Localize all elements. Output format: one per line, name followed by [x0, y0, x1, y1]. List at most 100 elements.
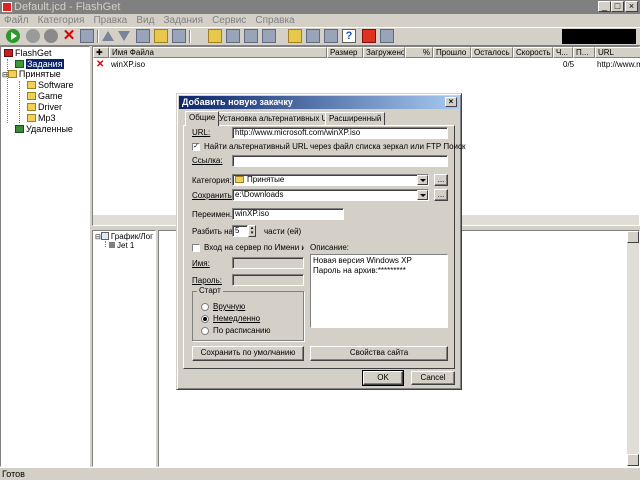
stop-icon[interactable] [44, 29, 58, 43]
login-checkbox[interactable] [192, 244, 200, 252]
start-manual-radio[interactable] [201, 303, 209, 311]
column-header-parts[interactable]: Ч... [553, 47, 573, 58]
tab-general[interactable]: Общие [185, 111, 220, 126]
pause-icon[interactable] [26, 29, 40, 43]
column-header-status[interactable]: ✚ [93, 47, 109, 58]
category-browse-button[interactable]: ... [434, 174, 448, 186]
site-manager-icon[interactable] [324, 29, 338, 43]
password-input[interactable] [232, 274, 304, 286]
column-header-elapsed[interactable]: Прошло [433, 47, 471, 58]
flashget-icon [4, 49, 13, 57]
tab-advanced[interactable]: Расширенный [325, 112, 386, 125]
menu-view[interactable]: Вид [133, 14, 157, 28]
column-header-name[interactable]: Имя Файла [109, 47, 327, 58]
tree-item-label: Задания [26, 59, 64, 69]
start-group: Старт Вручную Немедленно По расписанию [192, 286, 304, 341]
tree-item-mp3[interactable]: Mp3 [27, 113, 56, 124]
log-item-jet[interactable]: Jet 1 [109, 241, 134, 251]
login-label: Вход на сервер по Имени и Пар [204, 243, 304, 252]
column-header-progress[interactable]: П... [573, 47, 595, 58]
delete-icon[interactable]: ✕ [62, 28, 76, 43]
tree-item-downloaded[interactable]: ⊟ Принятые [2, 69, 61, 80]
window-title-bar: Default.jcd - FlashGet _ □ × [0, 0, 640, 14]
options-icon[interactable] [306, 29, 320, 43]
rename-input[interactable]: winXP.iso [232, 208, 344, 220]
site-properties-button[interactable]: Свойства сайта [310, 346, 448, 361]
save-to-value: e:\Downloads [235, 190, 284, 199]
column-header-url[interactable]: URL [595, 47, 640, 58]
folder-icon[interactable] [288, 29, 302, 43]
exit-icon[interactable] [362, 29, 376, 43]
referer-input[interactable] [232, 155, 448, 167]
split-input[interactable]: 5 [232, 225, 248, 237]
tree-item-deleted[interactable]: Удаленные [15, 124, 73, 135]
window-title: Default.jcd - FlashGet [14, 1, 121, 13]
scroll-down-button[interactable] [627, 454, 639, 466]
new-download-icon[interactable] [80, 29, 94, 43]
plugin-icon[interactable] [262, 29, 276, 43]
find-icon[interactable] [172, 29, 186, 43]
mirror-search-label: Найти альтернативный URL через файл спис… [204, 142, 466, 151]
tree-item-driver[interactable]: Driver [27, 102, 62, 113]
start-group-label: Старт [197, 286, 223, 296]
chevron-down-icon[interactable] [417, 190, 428, 200]
minimize-button[interactable]: _ [598, 1, 611, 12]
url-input[interactable]: http://www.microsoft.com/winXP.iso [232, 127, 448, 139]
column-header-downloaded[interactable]: Загружено [363, 47, 405, 58]
move-up-icon[interactable] [102, 31, 114, 41]
mirror-search-checkbox[interactable]: ✓ [192, 143, 200, 151]
start-scheduled-radio[interactable] [201, 327, 209, 335]
menu-jobs[interactable]: Задания [160, 14, 206, 28]
dialog-title: Добавить новую закачку [182, 97, 293, 107]
menu-edit[interactable]: Правка [90, 14, 130, 28]
open-folder-icon[interactable] [154, 29, 168, 43]
dialog-close-button[interactable]: × [445, 97, 457, 107]
column-header-left[interactable]: Осталось [471, 47, 513, 58]
tree-item-game[interactable]: Game [27, 91, 63, 102]
scroll-up-button[interactable] [627, 231, 639, 243]
list-header: ✚ Имя Файла Размер Загружено % Прошло Ос… [93, 47, 640, 58]
maximize-button[interactable]: □ [611, 1, 624, 12]
save-to-browse-button[interactable]: ... [434, 189, 448, 201]
import-icon[interactable] [226, 29, 240, 43]
save-to-select[interactable]: e:\Downloads [232, 189, 429, 201]
menu-file[interactable]: Файл [0, 14, 32, 28]
dialog-title-bar: Добавить новую закачку × [179, 96, 459, 109]
add-download-dialog: Добавить новую закачку × Общие Установка… [176, 93, 466, 390]
split-spinner[interactable]: ▴ ▾ [248, 225, 256, 237]
menu-tools[interactable]: Сервис [209, 14, 249, 28]
start-icon[interactable] [6, 29, 20, 43]
tree-item-software[interactable]: Software [27, 80, 74, 91]
tree-connector [19, 81, 20, 123]
toolbar-separator [189, 30, 191, 43]
start-immediately-radio[interactable] [201, 315, 209, 323]
cancel-button[interactable]: Cancel [411, 371, 455, 385]
menu-category[interactable]: Категория [35, 14, 88, 28]
drop-zone-icon[interactable] [380, 29, 394, 43]
category-select[interactable]: Принятые [232, 174, 429, 186]
category-icon[interactable] [208, 29, 222, 43]
export-icon[interactable] [244, 29, 258, 43]
error-icon: ✕ [96, 59, 105, 70]
properties-icon[interactable] [136, 29, 150, 43]
split-label: Разбить на [192, 227, 233, 236]
move-down-icon[interactable] [118, 31, 130, 41]
table-row[interactable]: ✕ winXP.iso 0/5 http://www.m [93, 59, 640, 70]
close-button[interactable]: × [625, 1, 638, 12]
username-input[interactable] [232, 257, 304, 269]
status-bar: Готов [0, 467, 640, 480]
column-header-percent[interactable]: % [405, 47, 433, 58]
save-default-button[interactable]: Сохранить по умолчанию [192, 346, 304, 361]
column-header-speed[interactable]: Скорость [513, 47, 553, 58]
tree-item-flashget[interactable]: FlashGet [4, 48, 52, 59]
description-textarea[interactable]: Новая версия Windows XP Пароль на архив:… [310, 254, 448, 328]
menu-help[interactable]: Справка [252, 14, 297, 28]
log-item-label: График/Лог [110, 232, 154, 241]
chevron-down-icon[interactable] [417, 175, 428, 185]
help-icon[interactable]: ? [342, 29, 356, 43]
row-url: http://www.m [597, 60, 640, 69]
tab-alternative-urls[interactable]: Установка альтернативных URL [215, 112, 342, 125]
ok-button[interactable]: OK [362, 370, 404, 386]
column-header-size[interactable]: Размер [327, 47, 363, 58]
vertical-scrollbar[interactable] [627, 231, 639, 466]
